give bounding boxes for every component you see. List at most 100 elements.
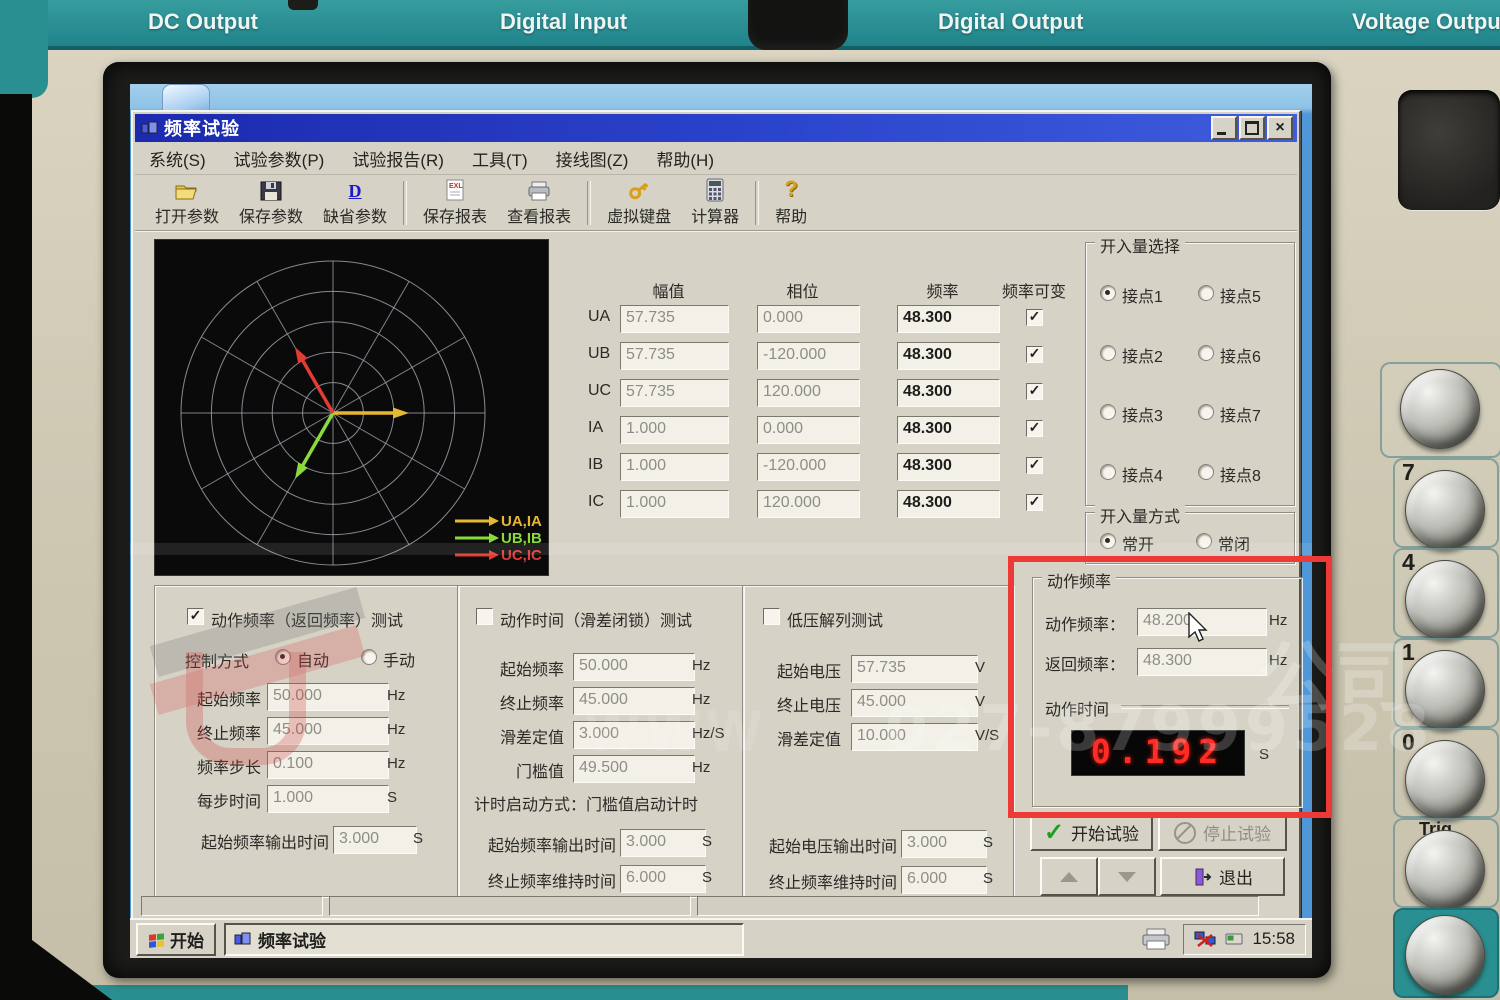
uc-frequency-field[interactable]: 48.300 xyxy=(897,379,1000,407)
contact-1-radio[interactable] xyxy=(1100,285,1116,301)
toolbar-button-0[interactable]: 打开参数 xyxy=(145,177,229,229)
toolbar-button-6[interactable]: 计算器 xyxy=(681,177,749,229)
voltage-test-f0-field[interactable]: 57.735 xyxy=(851,655,978,683)
ub-amplitude-field[interactable]: 57.735 xyxy=(620,342,729,370)
table-header: 频率 xyxy=(926,284,959,301)
ia-phase-field[interactable]: 0.000 xyxy=(757,416,860,444)
knob-1[interactable] xyxy=(1405,470,1485,550)
freq-test-w0-field[interactable]: 3.000 xyxy=(333,826,417,854)
ib-frequency-field[interactable]: 48.300 xyxy=(897,453,1000,481)
app-icon xyxy=(234,931,252,947)
printer-tray-icon[interactable] xyxy=(1139,927,1173,951)
contact-4-radio[interactable] xyxy=(1100,464,1116,480)
knob-0[interactable] xyxy=(1400,369,1480,449)
minimize-button[interactable] xyxy=(1211,116,1237,140)
ub-phase-field[interactable]: -120.000 xyxy=(757,342,860,370)
ib-phase-field[interactable]: -120.000 xyxy=(757,453,860,481)
titlebar[interactable]: 频率试验 × xyxy=(135,114,1297,142)
maximize-button[interactable] xyxy=(1239,116,1265,140)
uc-freq-variable-checkbox[interactable]: ✓ xyxy=(1026,383,1043,400)
svg-text:UA,IA: UA,IA xyxy=(501,513,542,530)
photo-edge xyxy=(0,94,32,1000)
time-test-w0-field[interactable]: 3.000 xyxy=(620,829,706,857)
scroll-down-button[interactable] xyxy=(1098,857,1156,896)
ia-frequency-field[interactable]: 48.300 xyxy=(897,416,1000,444)
ic-amplitude-field[interactable]: 1.000 xyxy=(620,490,729,518)
freq-test-f3-field[interactable]: 1.000 xyxy=(267,785,389,813)
key-icon xyxy=(627,178,651,202)
start-test-button[interactable]: ✓ 开始试验 xyxy=(1030,814,1153,851)
menu-item-0[interactable]: 系统(S) xyxy=(135,143,220,174)
taskbar-task-button[interactable]: 频率试验 xyxy=(224,922,744,956)
network-offline-icon[interactable] xyxy=(1194,930,1216,948)
ic-phase-field[interactable]: 120.000 xyxy=(757,490,860,518)
start-menu-button[interactable]: 开始 xyxy=(136,922,216,956)
ub-freq-variable-checkbox[interactable]: ✓ xyxy=(1026,346,1043,363)
clock: 15:58 xyxy=(1252,929,1295,948)
contact-2-radio[interactable] xyxy=(1100,345,1116,361)
time-test-f1-label: 终止频率 xyxy=(499,696,564,713)
ic-freq-variable-checkbox[interactable]: ✓ xyxy=(1026,494,1043,511)
ib-amplitude-field[interactable]: 1.000 xyxy=(620,453,729,481)
voltage-test-w0-field[interactable]: 3.000 xyxy=(901,830,987,858)
time-test-f0-label: 起始频率 xyxy=(499,662,564,679)
uc-amplitude-field[interactable]: 57.735 xyxy=(620,379,729,407)
ia-freq-variable-checkbox[interactable]: ✓ xyxy=(1026,420,1043,437)
menu-item-3[interactable]: 工具(T) xyxy=(458,143,542,174)
menu-item-2[interactable]: 试验报告(R) xyxy=(338,143,458,174)
memory-card-icon[interactable] xyxy=(1224,930,1244,948)
time-test-checkbox[interactable] xyxy=(476,608,493,625)
toolbar-button-5[interactable]: 虚拟键盘 xyxy=(597,177,681,229)
contact-5-label: 接点5 xyxy=(1220,289,1261,306)
voltage-test-w1-field[interactable]: 6.000 xyxy=(901,866,987,894)
check-icon: ✓ xyxy=(1043,818,1065,846)
exit-button[interactable]: 退出 xyxy=(1160,857,1285,896)
exit-icon xyxy=(1192,866,1212,888)
channel-label-uc: UC xyxy=(588,382,612,399)
toolbar-button-2[interactable]: D 缺省参数 xyxy=(313,177,397,229)
stop-test-button[interactable]: 停止试验 xyxy=(1158,814,1287,851)
ua-phase-field[interactable]: 0.000 xyxy=(757,305,860,333)
menu-item-1[interactable]: 试验参数(P) xyxy=(220,143,339,174)
desktop-icon[interactable] xyxy=(162,84,210,112)
time-test-w0-unit: S xyxy=(702,833,713,850)
freq-test-w0-label: 起始频率输出时间 xyxy=(200,835,329,852)
close-button[interactable]: × xyxy=(1267,116,1293,140)
toolbar-label: 保存报表 xyxy=(423,209,488,226)
menu-item-4[interactable]: 接线图(Z) xyxy=(542,143,643,174)
knob-2[interactable] xyxy=(1405,560,1485,640)
contact-5-radio[interactable] xyxy=(1198,285,1214,301)
ua-freq-variable-checkbox[interactable]: ✓ xyxy=(1026,309,1043,326)
ub-frequency-field[interactable]: 48.300 xyxy=(897,342,1000,370)
channel-label-ia: IA xyxy=(588,419,604,436)
time-test-w1-field[interactable]: 6.000 xyxy=(620,865,706,893)
contact-7-radio[interactable] xyxy=(1198,404,1214,420)
stop-icon xyxy=(1174,821,1196,844)
voltage-test-checkbox[interactable] xyxy=(763,608,780,625)
knob-6[interactable] xyxy=(1405,915,1485,995)
contact-8-radio[interactable] xyxy=(1198,464,1214,480)
contact-6-radio[interactable] xyxy=(1198,345,1214,361)
ua-amplitude-field[interactable]: 57.735 xyxy=(620,305,729,333)
uc-phase-field[interactable]: 120.000 xyxy=(757,379,860,407)
contact-3-radio[interactable] xyxy=(1100,404,1116,420)
scroll-up-button[interactable] xyxy=(1040,857,1098,896)
toolbar-button-1[interactable]: 保存参数 xyxy=(229,177,313,229)
menu-item-5[interactable]: 帮助(H) xyxy=(642,143,728,174)
ia-amplitude-field[interactable]: 1.000 xyxy=(620,416,729,444)
toolbar-button-4[interactable]: 查看报表 xyxy=(497,177,581,229)
window-title: 频率试验 xyxy=(164,119,240,139)
knob-5[interactable] xyxy=(1405,830,1485,910)
ic-frequency-field[interactable]: 48.300 xyxy=(897,490,1000,518)
report-doc-icon: EXL xyxy=(444,178,466,202)
toolbar-button-7[interactable]: ? 帮助 xyxy=(765,176,817,229)
ib-freq-variable-checkbox[interactable]: ✓ xyxy=(1026,457,1043,474)
time-test-f0-field[interactable]: 50.000 xyxy=(573,653,695,681)
toolbar-label: 虚拟键盘 xyxy=(607,209,672,226)
calculator-icon xyxy=(705,178,725,202)
contact-6-label: 接点6 xyxy=(1220,349,1261,366)
toolbar-button-3[interactable]: EXL 保存报表 xyxy=(413,177,497,229)
ua-frequency-field[interactable]: 48.300 xyxy=(897,305,1000,333)
channel-label-ua: UA xyxy=(588,308,611,325)
app-icon xyxy=(141,120,159,136)
